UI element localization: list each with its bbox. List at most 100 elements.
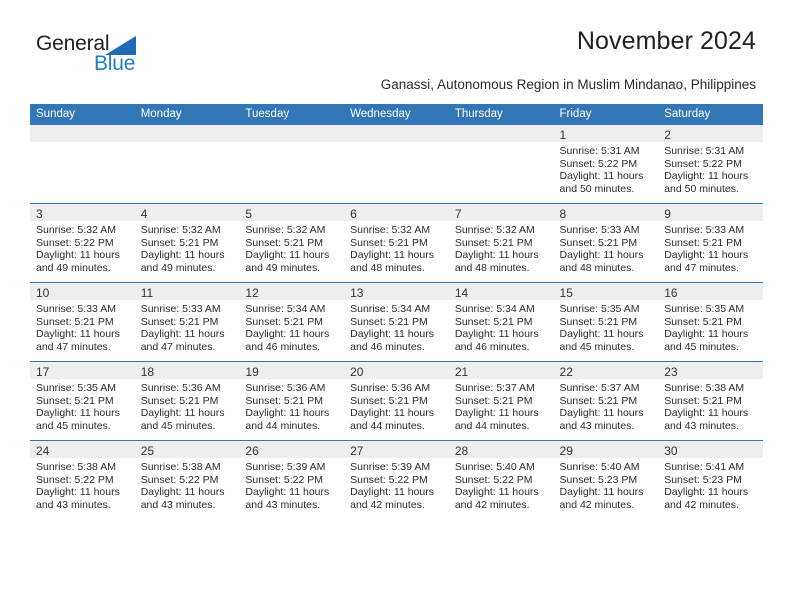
day-number-strip: 8: [553, 204, 659, 221]
sunset-text: Sunset: 5:21 PM: [245, 236, 324, 249]
day-number-strip: [30, 125, 135, 142]
calendar-day-cell[interactable]: 19 Sunrise: 5:36 AM Sunset: 5:21 PM Dayligh…: [239, 361, 345, 441]
sunset-text: Sunset: 5:21 PM: [350, 394, 428, 407]
calendar-day-cell[interactable]: 14 Sunrise: 5:34 AM Sunset: 5:21 PM Dayligh…: [448, 282, 554, 362]
day-number-strip: 20: [344, 362, 449, 379]
calendar-day-cell[interactable]: 7 Sunrise: 5:32 AM Sunset: 5:21 PM Daylight…: [448, 203, 554, 283]
daylight-text: Daylight: 11 hours: [245, 407, 330, 420]
weekday-header-sunday: Sunday: [30, 104, 135, 125]
sunset-text: Sunset: 5:22 PM: [454, 473, 533, 486]
daylight-text: Daylight: 11 hours: [559, 407, 644, 420]
day-cell-filled: 5 Sunrise: 5:32 AM Sunset: 5:21 PM Daylight…: [239, 204, 345, 282]
day-cell-details: Sunrise: 5:32 AM Sunset: 5:21 PM Daylight:…: [344, 221, 449, 274]
calendar-day-cell[interactable]: 13 Sunrise: 5:34 AM Sunset: 5:21 PM Dayligh…: [344, 282, 449, 362]
daylight-text: Daylight: 11 hours: [664, 486, 749, 499]
calendar-day-cell[interactable]: [30, 125, 135, 204]
sunset-text: Sunset: 5:22 PM: [140, 473, 219, 486]
daylight-text: Daylight: 11 hours: [664, 328, 749, 341]
calendar-day-cell[interactable]: 30 Sunrise: 5:41 AM Sunset: 5:23 PM Dayligh…: [658, 440, 763, 519]
calendar-day-cell[interactable]: 4 Sunrise: 5:32 AM Sunset: 5:21 PM Daylight…: [134, 203, 240, 283]
sunset-text: Sunset: 5:22 PM: [36, 236, 114, 249]
day-cell-filled: 9 Sunrise: 5:33 AM Sunset: 5:21 PM Daylight…: [658, 204, 763, 282]
daylight-text-cont: and 43 minutes.: [36, 498, 111, 511]
day-cell-filled: 26 Sunrise: 5:39 AM Sunset: 5:22 PM Dayligh…: [239, 441, 345, 519]
calendar-day-cell[interactable]: 9 Sunrise: 5:33 AM Sunset: 5:21 PM Daylight…: [658, 203, 763, 283]
sunrise-text: Sunrise: 5:34 AM: [350, 303, 431, 315]
day-cell-details: Sunrise: 5:34 AM Sunset: 5:21 PM Daylight:…: [344, 300, 449, 353]
calendar-day-cell[interactable]: 27 Sunrise: 5:39 AM Sunset: 5:22 PM Dayligh…: [344, 440, 449, 519]
calendar-day-cell[interactable]: 22 Sunrise: 5:37 AM Sunset: 5:21 PM Dayligh…: [553, 361, 659, 441]
daylight-text-cont: and 45 minutes.: [36, 419, 111, 432]
day-cell-details: Sunrise: 5:38 AM Sunset: 5:22 PM Daylight:…: [30, 458, 135, 511]
calendar-day-cell[interactable]: [239, 125, 345, 204]
daylight-text: Daylight: 11 hours: [559, 249, 644, 262]
day-number: 11: [140, 286, 154, 300]
calendar-day-cell[interactable]: 16 Sunrise: 5:35 AM Sunset: 5:21 PM Dayligh…: [658, 282, 763, 362]
day-cell-empty: [239, 125, 345, 203]
calendar-day-cell[interactable]: 8 Sunrise: 5:33 AM Sunset: 5:21 PM Daylight…: [553, 203, 659, 283]
day-cell-details: Sunrise: 5:34 AM Sunset: 5:21 PM Daylight:…: [239, 300, 344, 353]
day-number: 22: [559, 365, 573, 379]
calendar-day-cell[interactable]: 28 Sunrise: 5:40 AM Sunset: 5:22 PM Dayligh…: [448, 440, 554, 519]
sunset-text: Sunset: 5:21 PM: [140, 315, 219, 328]
calendar-week-row: 10 Sunrise: 5:33 AM Sunset: 5:21 PM Dayligh…: [30, 282, 763, 362]
day-cell-details: Sunrise: 5:35 AM Sunset: 5:21 PM Daylight:…: [554, 300, 659, 353]
day-cell-filled: 18 Sunrise: 5:36 AM Sunset: 5:21 PM Dayligh…: [134, 362, 240, 440]
calendar-day-cell[interactable]: 23 Sunrise: 5:38 AM Sunset: 5:21 PM Dayligh…: [658, 361, 763, 441]
daylight-text-cont: and 42 minutes.: [664, 498, 739, 511]
calendar-day-cell[interactable]: [134, 125, 240, 204]
day-number: 15: [559, 286, 573, 300]
calendar-day-cell[interactable]: 2 Sunrise: 5:31 AM Sunset: 5:22 PM Daylight…: [658, 125, 763, 204]
calendar-day-cell[interactable]: 15 Sunrise: 5:35 AM Sunset: 5:21 PM Dayligh…: [553, 282, 659, 362]
calendar-day-cell[interactable]: 1 Sunrise: 5:31 AM Sunset: 5:22 PM Daylight…: [553, 125, 659, 204]
daylight-text-cont: and 44 minutes.: [245, 419, 321, 432]
calendar-week-row: 24 Sunrise: 5:38 AM Sunset: 5:22 PM Dayligh…: [30, 440, 763, 519]
logo-text-blue: Blue: [94, 52, 136, 75]
calendar-day-cell[interactable]: 26 Sunrise: 5:39 AM Sunset: 5:22 PM Dayligh…: [239, 440, 345, 519]
day-number-strip: [344, 125, 449, 142]
calendar-day-cell[interactable]: 11 Sunrise: 5:33 AM Sunset: 5:21 PM Dayligh…: [134, 282, 240, 362]
sunset-text: Sunset: 5:21 PM: [559, 236, 638, 249]
calendar-day-cell[interactable]: [448, 125, 554, 204]
sunrise-text: Sunrise: 5:33 AM: [664, 224, 745, 236]
sunrise-text: Sunrise: 5:39 AM: [245, 461, 326, 473]
calendar-day-cell[interactable]: 25 Sunrise: 5:38 AM Sunset: 5:22 PM Dayligh…: [134, 440, 240, 519]
calendar-day-cell[interactable]: 18 Sunrise: 5:36 AM Sunset: 5:21 PM Dayligh…: [134, 361, 240, 441]
day-cell-filled: 11 Sunrise: 5:33 AM Sunset: 5:21 PM Dayligh…: [134, 283, 240, 361]
calendar-day-cell[interactable]: 3 Sunrise: 5:32 AM Sunset: 5:22 PM Daylight…: [30, 203, 135, 283]
generalblue-logo[interactable]: General Blue: [36, 32, 216, 80]
calendar-day-cell[interactable]: 17 Sunrise: 5:35 AM Sunset: 5:21 PM Dayligh…: [30, 361, 135, 441]
calendar-day-cell[interactable]: 29 Sunrise: 5:40 AM Sunset: 5:23 PM Dayligh…: [553, 440, 659, 519]
calendar-day-cell[interactable]: 24 Sunrise: 5:38 AM Sunset: 5:22 PM Dayligh…: [30, 440, 135, 519]
day-cell-filled: 3 Sunrise: 5:32 AM Sunset: 5:22 PM Daylight…: [30, 204, 135, 282]
day-number-strip: 9: [658, 204, 763, 221]
calendar-day-cell[interactable]: 21 Sunrise: 5:37 AM Sunset: 5:21 PM Dayligh…: [448, 361, 554, 441]
day-number-strip: 16: [658, 283, 763, 300]
sunset-text: Sunset: 5:21 PM: [350, 236, 428, 249]
calendar-day-cell[interactable]: 5 Sunrise: 5:32 AM Sunset: 5:21 PM Daylight…: [239, 203, 345, 283]
sunset-text: Sunset: 5:21 PM: [36, 315, 114, 328]
daylight-text: Daylight: 11 hours: [559, 486, 644, 499]
calendar-day-cell[interactable]: 10 Sunrise: 5:33 AM Sunset: 5:21 PM Dayligh…: [30, 282, 135, 362]
day-cell-details: Sunrise: 5:36 AM Sunset: 5:21 PM Daylight:…: [239, 379, 344, 432]
sunrise-text: Sunrise: 5:34 AM: [245, 303, 326, 315]
calendar-day-cell[interactable]: 20 Sunrise: 5:36 AM Sunset: 5:21 PM Dayligh…: [344, 361, 449, 441]
calendar-day-cell[interactable]: 6 Sunrise: 5:32 AM Sunset: 5:21 PM Daylight…: [344, 203, 449, 283]
day-number: 24: [36, 444, 50, 458]
calendar-table: Sunday Monday Tuesday Wednesday Thursday…: [30, 104, 763, 519]
sunset-text: Sunset: 5:21 PM: [245, 394, 324, 407]
sunrise-text: Sunrise: 5:38 AM: [36, 461, 116, 473]
calendar-day-cell[interactable]: [344, 125, 449, 204]
day-cell-filled: 1 Sunrise: 5:31 AM Sunset: 5:22 PM Daylight…: [553, 125, 659, 203]
day-number-strip: 23: [658, 362, 763, 379]
day-cell-filled: 23 Sunrise: 5:38 AM Sunset: 5:21 PM Dayligh…: [658, 362, 763, 440]
day-cell-filled: 29 Sunrise: 5:40 AM Sunset: 5:23 PM Dayligh…: [553, 441, 659, 519]
day-number-strip: [448, 125, 554, 142]
daylight-text-cont: and 45 minutes.: [559, 340, 635, 353]
sunset-text: Sunset: 5:21 PM: [559, 315, 638, 328]
daylight-text-cont: and 47 minutes.: [36, 340, 111, 353]
calendar-day-cell[interactable]: 12 Sunrise: 5:34 AM Sunset: 5:21 PM Dayligh…: [239, 282, 345, 362]
sunset-text: Sunset: 5:22 PM: [559, 157, 638, 170]
page-subtitle: Ganassi, Autonomous Region in Muslim Min…: [380, 77, 756, 92]
day-number-strip: 14: [448, 283, 554, 300]
